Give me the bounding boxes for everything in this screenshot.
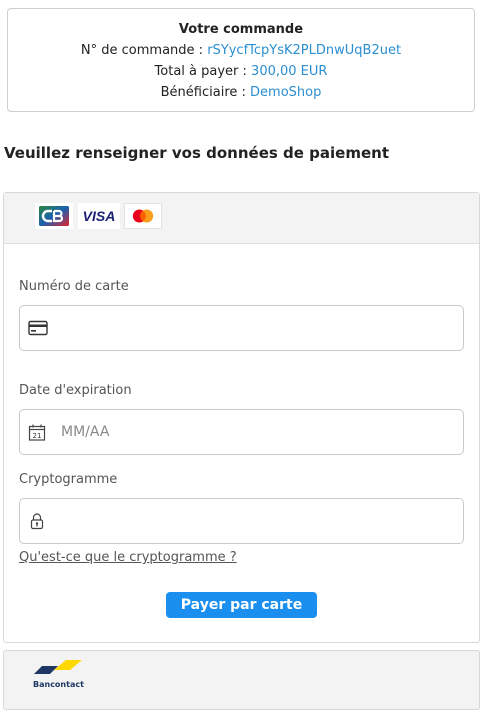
card-number-label: Numéro de carte — [19, 279, 129, 294]
order-total-value: 300,00 EUR — [251, 64, 328, 79]
order-number-label: N° de commande : — [80, 43, 208, 58]
expiry-placeholder: MM/AA — [61, 424, 110, 440]
order-total-label: Total à payer : — [154, 64, 252, 79]
visa-logo-icon: VISA — [78, 203, 120, 229]
card-brands-bar: VISA — [4, 193, 479, 244]
order-number-value: rSYycfTcpYsK2PLDnwUqB2uet — [207, 43, 402, 58]
expiry-field[interactable]: 21 MM/AA — [19, 409, 464, 455]
pay-by-card-button[interactable]: Payer par carte — [166, 592, 317, 618]
lock-icon — [30, 513, 44, 530]
order-summary: Votre commande N° de commande : rSYycfTc… — [7, 8, 475, 112]
calendar-icon: 21 — [28, 424, 46, 441]
svg-text:21: 21 — [33, 432, 42, 440]
cvv-field[interactable] — [19, 498, 464, 544]
cvv-label: Cryptogramme — [19, 472, 118, 487]
cb-logo-icon — [35, 203, 73, 229]
mastercard-logo-icon — [124, 203, 162, 229]
bancontact-option[interactable]: Bancontact — [3, 650, 480, 710]
beneficiary-value: DemoShop — [250, 85, 322, 100]
card-number-field[interactable] — [19, 305, 464, 351]
order-beneficiary-line: Bénéficiaire : DemoShop — [8, 82, 474, 103]
cvv-help-link[interactable]: Qu'est-ce que le cryptogramme ? — [19, 550, 237, 565]
credit-card-icon — [28, 320, 48, 336]
svg-text:VISA: VISA — [83, 208, 116, 224]
order-number-line: N° de commande : rSYycfTcpYsK2PLDnwUqB2u… — [8, 40, 474, 61]
bancontact-label: Bancontact — [33, 680, 84, 689]
expiry-label: Date d'expiration — [19, 383, 132, 398]
payment-heading: Veuillez renseigner vos données de paiem… — [4, 144, 389, 162]
order-title: Votre commande — [178, 22, 304, 37]
order-total-line: Total à payer : 300,00 EUR — [8, 61, 474, 82]
bancontact-logo-icon — [34, 660, 82, 674]
beneficiary-label: Bénéficiaire : — [160, 85, 251, 100]
card-payment-panel: VISA Numéro de carte Date d'expiration 2… — [3, 192, 480, 643]
